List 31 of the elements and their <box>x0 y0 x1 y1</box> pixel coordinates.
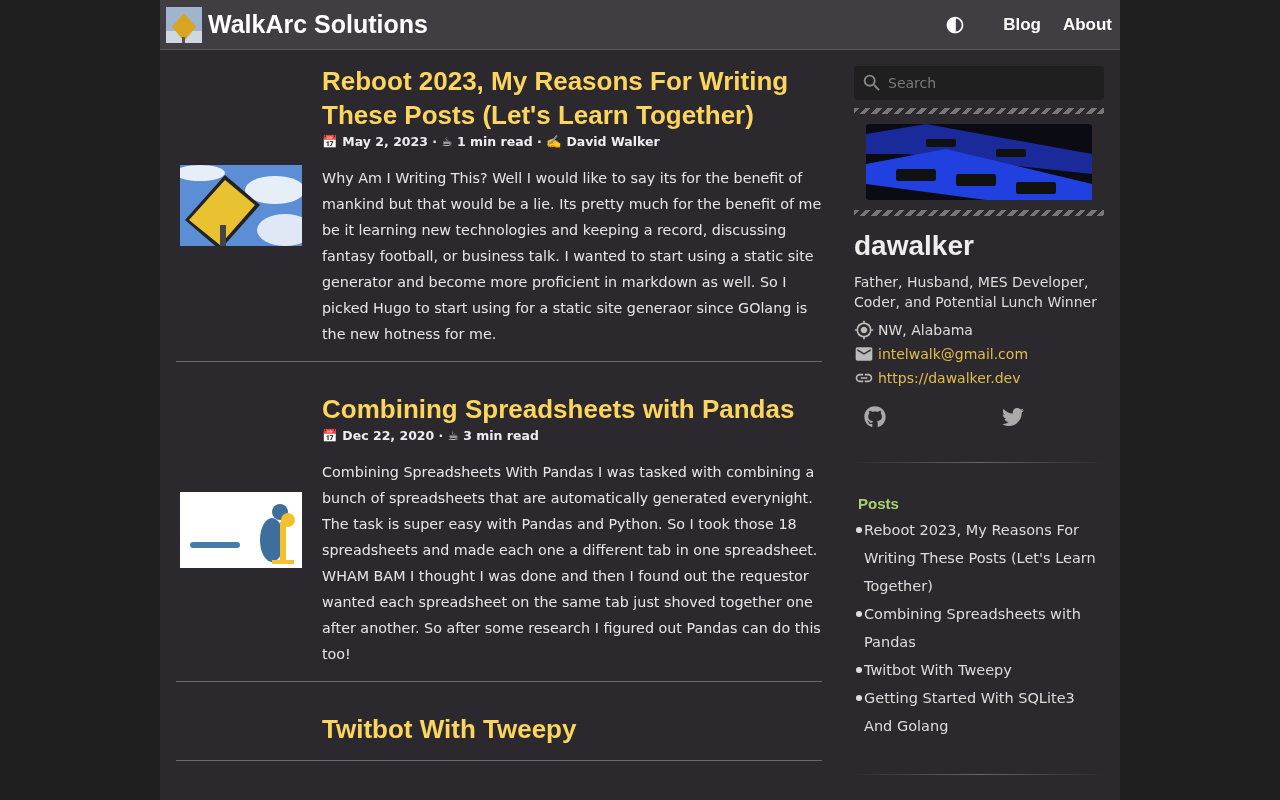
website-link[interactable]: https://dawalker.dev <box>878 370 1021 386</box>
post-meta: 📅 Dec 22, 2020 · ☕ 3 min read <box>322 428 540 443</box>
site-title: WalkArc Solutions <box>208 10 429 39</box>
recent-post-link[interactable]: Getting Started With SQLite3 And Golang <box>864 684 1104 740</box>
search-icon <box>861 72 883 94</box>
bullet-icon <box>856 695 862 701</box>
post-summary: Why Am I Writing This? Well I would like to say its for the benefit of mankind but that would be a lie. Its pretty much for the benefit of me be it learning new technologies and keeping a record, discussing fantasy football, or business talk. I wanted to start using a static site generator and become more proficient in markdown as well. So I picked Hugo to start using for a static site generaor since GOlang is the new hotness for me. <box>322 169 822 344</box>
post-title[interactable]: Reboot 2023, My Reasons For Writing These Posts (Let's Learn Together) <box>322 64 822 132</box>
profile-name: dawalker <box>854 230 975 262</box>
twitter-icon[interactable] <box>1002 406 1024 428</box>
email-link[interactable]: intelwalk@gmail.com <box>878 346 1028 362</box>
posts-heading: Posts <box>857 495 900 512</box>
post-title[interactable]: Twitbot With Tweepy <box>322 712 822 746</box>
bullet-icon <box>856 667 862 673</box>
recent-post-link[interactable]: Twitbot With Tweepy <box>864 656 1012 684</box>
post-summary: Combining Spreadsheets With Pandas I was tasked with combining a bunch of spreadsheets that are automatically generated everynight. The task is super easy with Pandas and Python. So I took those 18 spreadsheets and made each one a different tab in one spreadsheet. WHAM BAM I thought I was done and then I found out the requestor wanted each spreadsheet on the same tab just shoved together one after another. So after some research I figured out Pandas can do this too! <box>322 463 822 664</box>
mail-icon <box>854 344 874 364</box>
theme-toggle-icon[interactable] <box>945 14 966 35</box>
bullet-icon <box>856 611 862 617</box>
recent-post-link[interactable]: Combining Spreadsheets with Pandas <box>864 600 1104 656</box>
post-title[interactable]: Combining Spreadsheets with Pandas <box>322 392 822 426</box>
profile-bio: Father, Husband, MES Developer, Coder, and Potential Lunch Winner <box>854 273 1098 312</box>
github-icon[interactable] <box>864 406 886 428</box>
search-field[interactable]: Search <box>854 66 1104 100</box>
bullet-icon <box>856 527 862 533</box>
recent-post-link[interactable]: Reboot 2023, My Reasons For Writing These Posts (Let's Learn Together) <box>864 516 1104 600</box>
nav-link[interactable]: Blog <box>1003 14 1041 35</box>
post-meta: 📅 May 2, 2023 · ☕ 1 min read · ✍ David Walker <box>322 134 661 149</box>
location-text: NW, Alabama <box>878 322 973 338</box>
location-icon <box>854 320 874 340</box>
nav-link[interactable]: About <box>1062 14 1112 35</box>
